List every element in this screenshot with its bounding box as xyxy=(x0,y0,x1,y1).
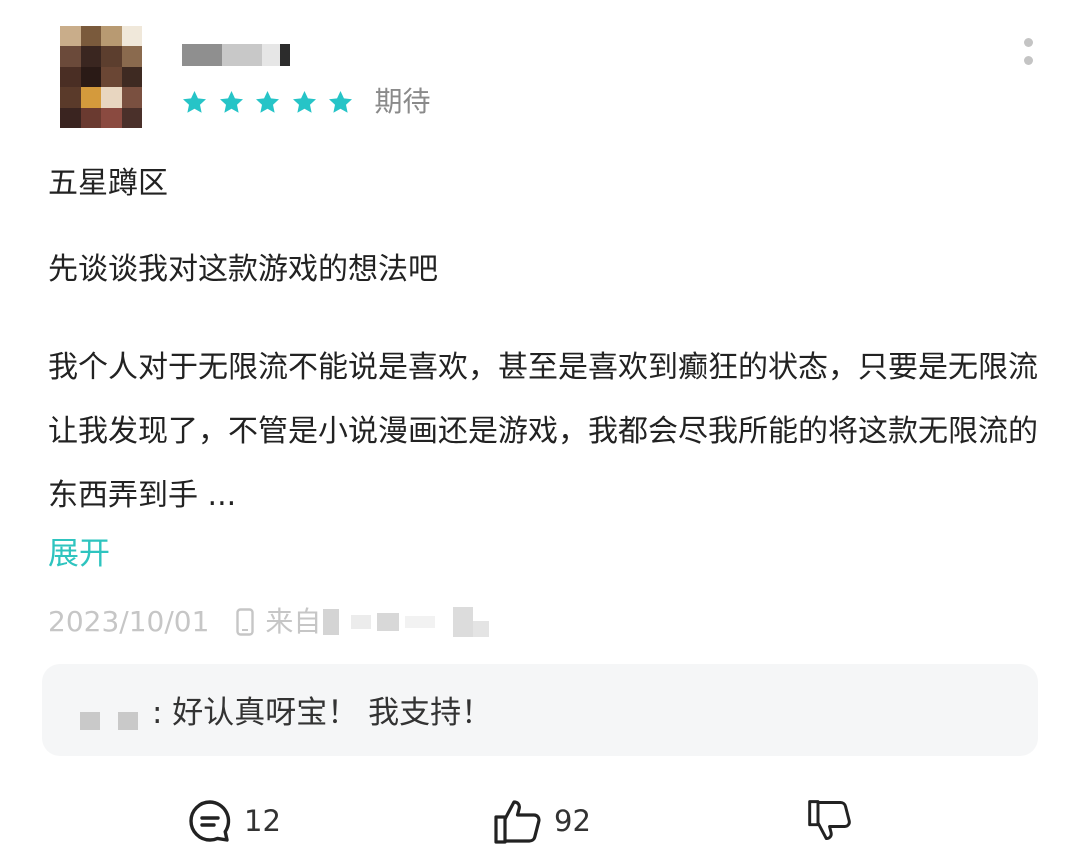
comment-count: 12 xyxy=(244,804,281,838)
expand-link[interactable]: 展开 xyxy=(48,532,110,576)
like-count: 92 xyxy=(554,804,591,838)
review-paragraph: 先谈谈我对这款游戏的想法吧 xyxy=(48,252,438,287)
like-button[interactable]: 92 xyxy=(492,794,591,848)
star-icon xyxy=(329,90,352,113)
reply-author-blurred xyxy=(80,712,156,730)
dislike-button[interactable] xyxy=(806,794,854,848)
more-vertical-icon[interactable] xyxy=(1018,34,1040,74)
star-icon xyxy=(292,90,316,113)
star-icon xyxy=(256,90,279,113)
phone-icon xyxy=(236,608,255,636)
comment-button[interactable]: 12 xyxy=(186,794,281,848)
device-name-blurred xyxy=(323,607,490,637)
rating-label: 期待 xyxy=(374,85,431,118)
review-paragraph: 我个人对于无限流不能说是喜欢，甚至是喜欢到癫狂的状态，只要是无限流让我发现了，不… xyxy=(48,350,1038,513)
thumbs-down-icon xyxy=(808,800,851,841)
rating: 期待 xyxy=(180,84,431,120)
review-meta: 2023/10/01 来自 xyxy=(48,600,490,644)
review-date: 2023/10/01 xyxy=(48,605,210,638)
star-icon xyxy=(183,90,206,113)
star-icon xyxy=(219,90,243,113)
reply-text: : 好认真呀宝！ 我支持！ xyxy=(152,695,493,731)
thumbs-up-icon xyxy=(494,800,541,844)
source-label: 来自 xyxy=(265,605,322,638)
comment-bubble-icon xyxy=(189,800,231,842)
review-title: 五星蹲区 xyxy=(48,166,168,201)
username-blurred[interactable] xyxy=(182,44,290,66)
avatar[interactable] xyxy=(60,26,142,128)
